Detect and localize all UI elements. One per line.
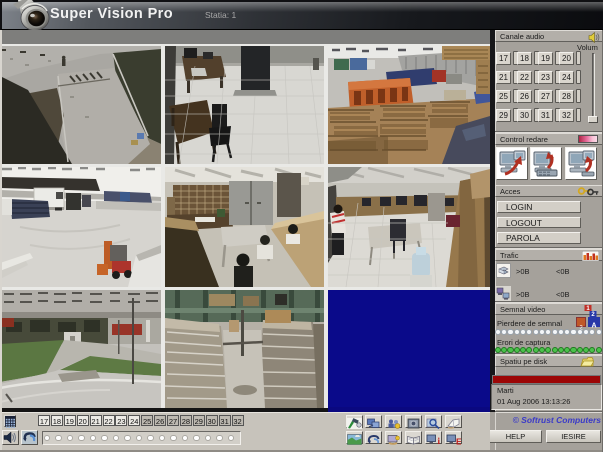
svg-text:i: i bbox=[438, 436, 441, 445]
svg-text:E: E bbox=[456, 436, 461, 445]
